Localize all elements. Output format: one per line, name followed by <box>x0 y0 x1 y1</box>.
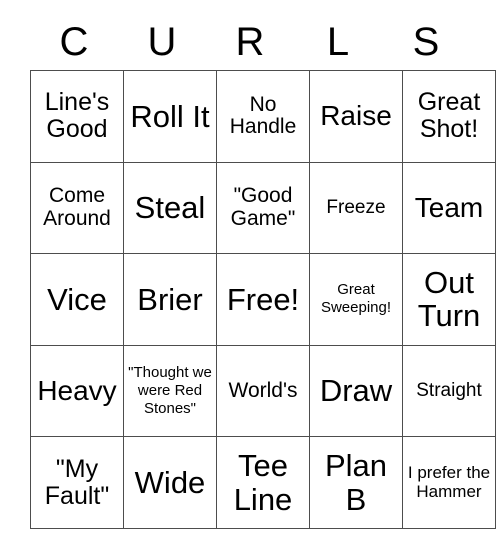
bingo-cell-label: Steal <box>134 190 206 226</box>
bingo-cell-label: Brier <box>137 281 203 317</box>
header-letter-3: L <box>326 20 350 64</box>
bingo-cell[interactable]: Line's Good <box>30 70 124 163</box>
bingo-cell[interactable]: Tee Line <box>216 436 310 529</box>
bingo-cell-label: World's <box>228 378 298 402</box>
bingo-cell-label: Roll It <box>130 98 210 134</box>
bingo-cell[interactable]: Brier <box>123 253 217 346</box>
bingo-row: Line's Good Roll It No Handle Raise Grea… <box>30 70 496 163</box>
bingo-cell[interactable]: Vice <box>30 253 124 346</box>
bingo-cell[interactable]: Heavy <box>30 344 124 438</box>
bingo-cell[interactable]: Straight <box>402 344 496 438</box>
bingo-row: Heavy "Thought we were Red Stones" World… <box>30 344 496 438</box>
bingo-cell-label: "Thought we were Red Stones" <box>128 363 212 418</box>
bingo-cell-label: Great Shot! <box>417 88 481 144</box>
bingo-cell-label: Tee Line <box>233 448 293 517</box>
bingo-cell-label: Wide <box>134 464 206 500</box>
bingo-cell[interactable]: "Thought we were Red Stones" <box>123 344 217 438</box>
bingo-cell-label: Draw <box>319 373 393 409</box>
bingo-cell[interactable]: Out Turn <box>402 253 496 346</box>
bingo-cell[interactable]: "Good Game" <box>216 161 310 255</box>
bingo-cell-label: Freeze <box>326 196 386 218</box>
bingo-cell[interactable]: Team <box>402 161 496 255</box>
bingo-cell-label: "My Fault" <box>44 454 110 510</box>
bingo-row: Vice Brier Free! Great Sweeping! Out Tur… <box>30 253 496 346</box>
bingo-cell-label: I prefer the Hammer <box>407 463 491 501</box>
header-letter-2: R <box>235 20 265 64</box>
bingo-cell[interactable]: Great Sweeping! <box>309 253 403 346</box>
bingo-cell-label: Plan B <box>324 448 388 517</box>
bingo-card: C U R L S Line's Good Roll It No Handle … <box>30 14 496 529</box>
bingo-cell[interactable]: World's <box>216 344 310 438</box>
bingo-cell[interactable]: Come Around <box>30 161 124 255</box>
bingo-cell-label: Vice <box>47 281 107 317</box>
bingo-cell-label: "Good Game" <box>230 184 296 230</box>
bingo-row: "My Fault" Wide Tee Line Plan B I prefer… <box>30 436 496 529</box>
bingo-cell[interactable]: Draw <box>309 344 403 438</box>
bingo-cell-label: Out Turn <box>417 265 481 334</box>
bingo-cell[interactable]: Raise <box>309 70 403 163</box>
header-letter-0: C <box>59 20 89 64</box>
header-letter-4: S <box>412 20 440 64</box>
bingo-cell[interactable]: Steal <box>123 161 217 255</box>
header-letter-1: U <box>147 20 177 64</box>
bingo-cell-label: Straight <box>416 379 482 401</box>
bingo-grid: Line's Good Roll It No Handle Raise Grea… <box>30 70 496 529</box>
bingo-cell-label: Line's Good <box>44 88 110 144</box>
bingo-cell-free[interactable]: Free! <box>216 253 310 346</box>
bingo-cell[interactable]: I prefer the Hammer <box>402 436 496 529</box>
bingo-cell[interactable]: Roll It <box>123 70 217 163</box>
bingo-cell[interactable]: "My Fault" <box>30 436 124 529</box>
bingo-cell[interactable]: No Handle <box>216 70 310 163</box>
bingo-cell[interactable]: Wide <box>123 436 217 529</box>
bingo-cell-label: Raise <box>320 100 392 132</box>
bingo-cell-label: Great Sweeping! <box>320 281 392 317</box>
bingo-cell[interactable]: Freeze <box>309 161 403 255</box>
bingo-cell-label: Come Around <box>43 184 111 230</box>
bingo-cell[interactable]: Plan B <box>309 436 403 529</box>
bingo-cell-label: Team <box>414 191 484 223</box>
bingo-row: Come Around Steal "Good Game" Freeze Tea… <box>30 161 496 255</box>
bingo-cell-label: Heavy <box>37 374 117 406</box>
bingo-cell-label: Free! <box>226 281 300 317</box>
bingo-cell[interactable]: Great Shot! <box>402 70 496 163</box>
bingo-cell-label: No Handle <box>229 92 297 139</box>
bingo-header-row: C U R L S <box>30 14 470 70</box>
